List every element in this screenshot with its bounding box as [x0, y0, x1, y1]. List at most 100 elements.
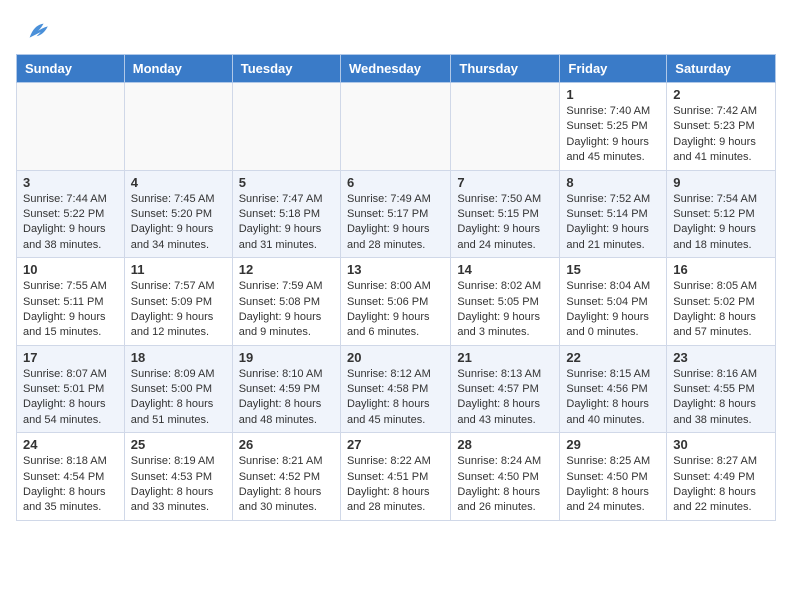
- day-number: 15: [566, 262, 660, 277]
- calendar-cell: 24Sunrise: 8:18 AM Sunset: 4:54 PM Dayli…: [17, 433, 125, 521]
- calendar-cell: 29 Sunrise: 8:25 AM Sunset: 4:50 PM Dayli…: [560, 433, 667, 521]
- calendar-cell: 11 Sunrise: 7:57 AM Sunset: 5:09 PM Dayli…: [124, 258, 232, 346]
- calendar-cell: 22 Sunrise: 8:15 AM Sunset: 4:56 PM Dayli…: [560, 345, 667, 433]
- calendar-cell: [17, 83, 125, 171]
- day-number: 6: [347, 175, 444, 190]
- day-number: 26: [239, 437, 334, 452]
- day-number: 22: [566, 350, 660, 365]
- day-number: 11: [131, 262, 226, 277]
- day-info: Sunrise: 8:22 AM Sunset: 4:51 PM Dayligh…: [347, 454, 444, 516]
- day-number: 17: [23, 350, 118, 365]
- calendar-cell: [340, 83, 450, 171]
- calendar-cell: 15 Sunrise: 8:04 AM Sunset: 5:04 PM Dayli…: [560, 258, 667, 346]
- day-number: 5: [239, 175, 334, 190]
- day-info: Sunrise: 7:59 AM Sunset: 5:08 PM Dayligh…: [239, 279, 334, 341]
- calendar-cell: 14 Sunrise: 8:02 AM Sunset: 5:05 PM Dayli…: [451, 258, 560, 346]
- calendar-cell: 6 Sunrise: 7:49 AM Sunset: 5:17 PM Daylig…: [340, 170, 450, 258]
- calendar-week-row: 1Sunrise: 7:40 AM Sunset: 5:25 PM Daylig…: [17, 83, 776, 171]
- calendar-week-row: 24Sunrise: 8:18 AM Sunset: 4:54 PM Dayli…: [17, 433, 776, 521]
- day-info: Sunrise: 8:05 AM Sunset: 5:02 PM Dayligh…: [673, 279, 769, 341]
- day-info: Sunrise: 8:00 AM Sunset: 5:06 PM Dayligh…: [347, 279, 444, 341]
- calendar-header-row: SundayMondayTuesdayWednesdayThursdayFrid…: [17, 55, 776, 83]
- calendar-cell: 26 Sunrise: 8:21 AM Sunset: 4:52 PM Dayli…: [232, 433, 340, 521]
- calendar-day-header: Sunday: [17, 55, 125, 83]
- day-number: 29: [566, 437, 660, 452]
- day-number: 23: [673, 350, 769, 365]
- calendar-cell: 8 Sunrise: 7:52 AM Sunset: 5:14 PM Daylig…: [560, 170, 667, 258]
- calendar-day-header: Tuesday: [232, 55, 340, 83]
- day-number: 27: [347, 437, 444, 452]
- day-info: Sunrise: 8:19 AM Sunset: 4:53 PM Dayligh…: [131, 454, 226, 516]
- day-number: 28: [457, 437, 553, 452]
- calendar-day-header: Thursday: [451, 55, 560, 83]
- day-number: 9: [673, 175, 769, 190]
- day-info: Sunrise: 7:55 AM Sunset: 5:11 PM Dayligh…: [23, 279, 118, 341]
- calendar-cell: 1Sunrise: 7:40 AM Sunset: 5:25 PM Daylig…: [560, 83, 667, 171]
- day-number: 16: [673, 262, 769, 277]
- day-info: Sunrise: 7:54 AM Sunset: 5:12 PM Dayligh…: [673, 192, 769, 254]
- calendar-container: SundayMondayTuesdayWednesdayThursdayFrid…: [0, 54, 792, 533]
- calendar-cell: 18Sunrise: 8:09 AM Sunset: 5:00 PM Dayli…: [124, 345, 232, 433]
- calendar-cell: 27 Sunrise: 8:22 AM Sunset: 4:51 PM Dayli…: [340, 433, 450, 521]
- calendar-cell: 21Sunrise: 8:13 AM Sunset: 4:57 PM Dayli…: [451, 345, 560, 433]
- calendar-cell: 19 Sunrise: 8:10 AM Sunset: 4:59 PM Dayli…: [232, 345, 340, 433]
- day-info: Sunrise: 8:18 AM Sunset: 4:54 PM Dayligh…: [23, 454, 118, 516]
- day-number: 19: [239, 350, 334, 365]
- day-number: 12: [239, 262, 334, 277]
- calendar-cell: 12 Sunrise: 7:59 AM Sunset: 5:08 PM Dayli…: [232, 258, 340, 346]
- day-number: 2: [673, 87, 769, 102]
- day-number: 21: [457, 350, 553, 365]
- day-info: Sunrise: 8:15 AM Sunset: 4:56 PM Dayligh…: [566, 367, 660, 429]
- calendar-cell: 10 Sunrise: 7:55 AM Sunset: 5:11 PM Dayli…: [17, 258, 125, 346]
- day-number: 14: [457, 262, 553, 277]
- logo: [24, 18, 56, 46]
- day-number: 4: [131, 175, 226, 190]
- day-info: Sunrise: 8:10 AM Sunset: 4:59 PM Dayligh…: [239, 367, 334, 429]
- page-header: [0, 0, 792, 54]
- calendar-day-header: Saturday: [667, 55, 776, 83]
- calendar-cell: 30Sunrise: 8:27 AM Sunset: 4:49 PM Dayli…: [667, 433, 776, 521]
- calendar-cell: 25 Sunrise: 8:19 AM Sunset: 4:53 PM Dayli…: [124, 433, 232, 521]
- calendar-cell: [124, 83, 232, 171]
- day-number: 20: [347, 350, 444, 365]
- day-info: Sunrise: 7:44 AM Sunset: 5:22 PM Dayligh…: [23, 192, 118, 254]
- calendar-cell: 5Sunrise: 7:47 AM Sunset: 5:18 PM Daylig…: [232, 170, 340, 258]
- day-info: Sunrise: 7:49 AM Sunset: 5:17 PM Dayligh…: [347, 192, 444, 254]
- day-number: 8: [566, 175, 660, 190]
- calendar-cell: 16 Sunrise: 8:05 AM Sunset: 5:02 PM Dayli…: [667, 258, 776, 346]
- calendar-cell: 20 Sunrise: 8:12 AM Sunset: 4:58 PM Dayli…: [340, 345, 450, 433]
- day-info: Sunrise: 8:16 AM Sunset: 4:55 PM Dayligh…: [673, 367, 769, 429]
- day-number: 1: [566, 87, 660, 102]
- day-info: Sunrise: 8:25 AM Sunset: 4:50 PM Dayligh…: [566, 454, 660, 516]
- logo-bird-icon: [24, 18, 52, 46]
- day-number: 13: [347, 262, 444, 277]
- calendar-cell: [451, 83, 560, 171]
- day-info: Sunrise: 8:21 AM Sunset: 4:52 PM Dayligh…: [239, 454, 334, 516]
- day-info: Sunrise: 7:57 AM Sunset: 5:09 PM Dayligh…: [131, 279, 226, 341]
- calendar-day-header: Monday: [124, 55, 232, 83]
- calendar-cell: 9 Sunrise: 7:54 AM Sunset: 5:12 PM Daylig…: [667, 170, 776, 258]
- day-number: 7: [457, 175, 553, 190]
- day-number: 25: [131, 437, 226, 452]
- calendar-week-row: 10 Sunrise: 7:55 AM Sunset: 5:11 PM Dayli…: [17, 258, 776, 346]
- day-number: 10: [23, 262, 118, 277]
- calendar-cell: 2 Sunrise: 7:42 AM Sunset: 5:23 PM Daylig…: [667, 83, 776, 171]
- day-info: Sunrise: 8:02 AM Sunset: 5:05 PM Dayligh…: [457, 279, 553, 341]
- day-info: Sunrise: 8:24 AM Sunset: 4:50 PM Dayligh…: [457, 454, 553, 516]
- calendar-day-header: Friday: [560, 55, 667, 83]
- day-info: Sunrise: 8:12 AM Sunset: 4:58 PM Dayligh…: [347, 367, 444, 429]
- calendar-week-row: 3 Sunrise: 7:44 AM Sunset: 5:22 PM Daylig…: [17, 170, 776, 258]
- day-number: 3: [23, 175, 118, 190]
- day-info: Sunrise: 7:52 AM Sunset: 5:14 PM Dayligh…: [566, 192, 660, 254]
- day-info: Sunrise: 7:42 AM Sunset: 5:23 PM Dayligh…: [673, 104, 769, 166]
- calendar-cell: [232, 83, 340, 171]
- day-info: Sunrise: 8:07 AM Sunset: 5:01 PM Dayligh…: [23, 367, 118, 429]
- day-info: Sunrise: 8:04 AM Sunset: 5:04 PM Dayligh…: [566, 279, 660, 341]
- day-info: Sunrise: 8:09 AM Sunset: 5:00 PM Dayligh…: [131, 367, 226, 429]
- calendar-cell: 3 Sunrise: 7:44 AM Sunset: 5:22 PM Daylig…: [17, 170, 125, 258]
- calendar-table: SundayMondayTuesdayWednesdayThursdayFrid…: [16, 54, 776, 521]
- day-number: 30: [673, 437, 769, 452]
- calendar-cell: 23 Sunrise: 8:16 AM Sunset: 4:55 PM Dayli…: [667, 345, 776, 433]
- day-info: Sunrise: 7:45 AM Sunset: 5:20 PM Dayligh…: [131, 192, 226, 254]
- calendar-cell: 13 Sunrise: 8:00 AM Sunset: 5:06 PM Dayli…: [340, 258, 450, 346]
